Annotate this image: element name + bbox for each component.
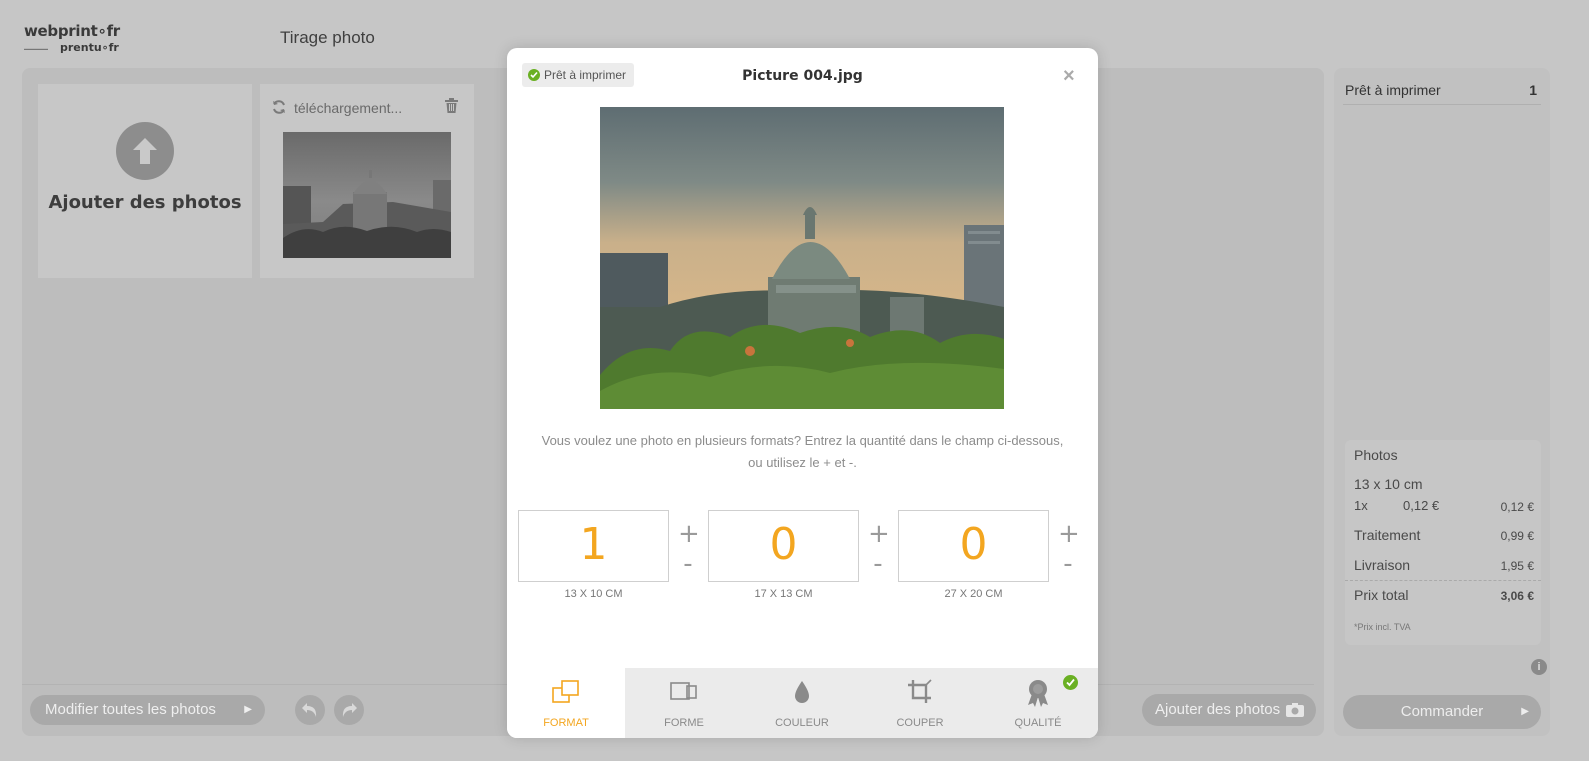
- formats-hint: Vous voulez une photo en plusieurs forma…: [541, 433, 1064, 470]
- tab-crop[interactable]: COUPER: [861, 668, 979, 738]
- trash-icon[interactable]: [445, 98, 458, 118]
- caret-right-icon: ▶: [1521, 706, 1529, 717]
- upload-status: téléchargement...: [294, 100, 403, 116]
- tab-quality[interactable]: QUALITÉ: [979, 668, 1098, 738]
- order-button[interactable]: Commander ▶: [1343, 695, 1541, 729]
- modify-all-photos-button[interactable]: Modifier toutes les photos ▶: [30, 695, 265, 725]
- redo-icon: [342, 703, 357, 717]
- logo: webprint∘fr ▬▬▬▬▬▬ prentu∘fr: [24, 22, 134, 62]
- tab-label: FORMAT: [543, 717, 589, 729]
- treatment-label: Traitement: [1354, 527, 1421, 543]
- summary-treatment-row: Traitement 0,99 €: [1354, 527, 1534, 543]
- format-icon: [507, 678, 625, 708]
- minus-button[interactable]: -: [678, 551, 698, 577]
- tab-shape[interactable]: FORME: [625, 668, 743, 738]
- undo-icon: [302, 703, 317, 717]
- tab-color[interactable]: COULEUR: [743, 668, 861, 738]
- summary-format: 13 x 10 cm: [1354, 476, 1423, 492]
- quality-badge-icon: [979, 678, 1097, 708]
- upload-arrow-icon[interactable]: [116, 122, 174, 180]
- add-photos-button-label: Ajouter des photos: [1155, 701, 1281, 718]
- delivery-price: 1,95 €: [1500, 559, 1534, 573]
- ready-to-print-label: Prêt à imprimer: [1345, 82, 1441, 98]
- photo-tile[interactable]: téléchargement...: [260, 84, 474, 278]
- camera-icon: [1286, 703, 1304, 717]
- check-circle-icon: [1063, 675, 1078, 690]
- summary-unit-price: 0,12 €: [1403, 498, 1440, 513]
- tab-label: COULEUR: [775, 717, 829, 729]
- format-size-label: 13 X 10 CM: [564, 588, 623, 600]
- treatment-price: 0,99 €: [1500, 529, 1534, 543]
- format-size-label: 27 X 20 CM: [944, 588, 1003, 600]
- vat-note: *Prix incl. TVA: [1354, 622, 1411, 632]
- redo-button[interactable]: [334, 695, 364, 725]
- ready-count: 1: [1529, 82, 1537, 98]
- tab-format[interactable]: FORMAT: [507, 668, 625, 738]
- format-qty-input[interactable]: 0: [898, 510, 1049, 582]
- summary-qty-row: 1x 0,12 € 0,12 €: [1354, 498, 1534, 514]
- summary-divider: [1345, 580, 1541, 581]
- ready-to-print-row: Prêt à imprimer 1: [1345, 82, 1543, 98]
- edit-tabs: FORMAT FORME COULEUR COUPER QUALITÉ: [507, 668, 1098, 738]
- color-drop-icon: [743, 678, 861, 708]
- sync-icon: [271, 99, 287, 120]
- summary-delivery-row: Livraison 1,95 €: [1354, 557, 1534, 573]
- total-price: 3,06 €: [1500, 589, 1534, 603]
- summary-total-row: Prix total 3,06 €: [1354, 587, 1534, 603]
- logo-webprint: webprint∘fr: [24, 22, 120, 40]
- total-label: Prix total: [1354, 587, 1409, 603]
- minus-button[interactable]: -: [868, 551, 888, 577]
- price-summary: Photos 13 x 10 cm 1x 0,12 € 0,12 € Trait…: [1345, 440, 1541, 645]
- summary-photos-label: Photos: [1354, 447, 1398, 463]
- modal-title: Picture 004.jpg: [742, 68, 863, 84]
- delivery-label: Livraison: [1354, 557, 1411, 573]
- plus-button[interactable]: +: [1058, 521, 1080, 547]
- tab-label: FORME: [664, 717, 704, 729]
- add-photos-tile[interactable]: [38, 84, 252, 278]
- order-button-label: Commander: [1400, 703, 1484, 720]
- photo-edit-modal: Prêt à imprimer Picture 004.jpg × Vous v…: [507, 48, 1098, 738]
- summary-qty: 1x: [1354, 498, 1368, 513]
- add-photos-button[interactable]: Ajouter des photos: [1142, 694, 1316, 726]
- logo-prentu: prentu∘fr: [60, 41, 119, 54]
- add-photos-label[interactable]: Ajouter des photos: [38, 190, 252, 215]
- undo-button[interactable]: [295, 695, 325, 725]
- tab-label: QUALITÉ: [1014, 717, 1062, 729]
- format-qty-input[interactable]: 0: [708, 510, 859, 582]
- caret-right-icon: ▶: [244, 704, 252, 715]
- ready-divider: [1343, 104, 1541, 105]
- plus-button[interactable]: +: [678, 521, 700, 547]
- crop-icon: [861, 678, 979, 708]
- plus-button[interactable]: +: [868, 521, 890, 547]
- close-icon[interactable]: ×: [1063, 65, 1075, 88]
- info-icon[interactable]: i: [1531, 659, 1547, 675]
- tab-label: COUPER: [896, 717, 944, 729]
- photo-preview: [600, 107, 1004, 409]
- logo-tagline-mark: ▬▬▬▬▬▬: [24, 46, 48, 51]
- summary-line-total: 0,12 €: [1500, 500, 1534, 514]
- format-qty-input[interactable]: 1: [518, 510, 669, 582]
- photo-thumbnail[interactable]: [283, 132, 451, 258]
- shape-icon: [625, 678, 743, 708]
- format-size-label: 17 X 13 CM: [754, 588, 813, 600]
- minus-button[interactable]: -: [1058, 551, 1078, 577]
- modify-all-label: Modifier toutes les photos: [45, 701, 216, 718]
- page-title: Tirage photo: [280, 28, 375, 47]
